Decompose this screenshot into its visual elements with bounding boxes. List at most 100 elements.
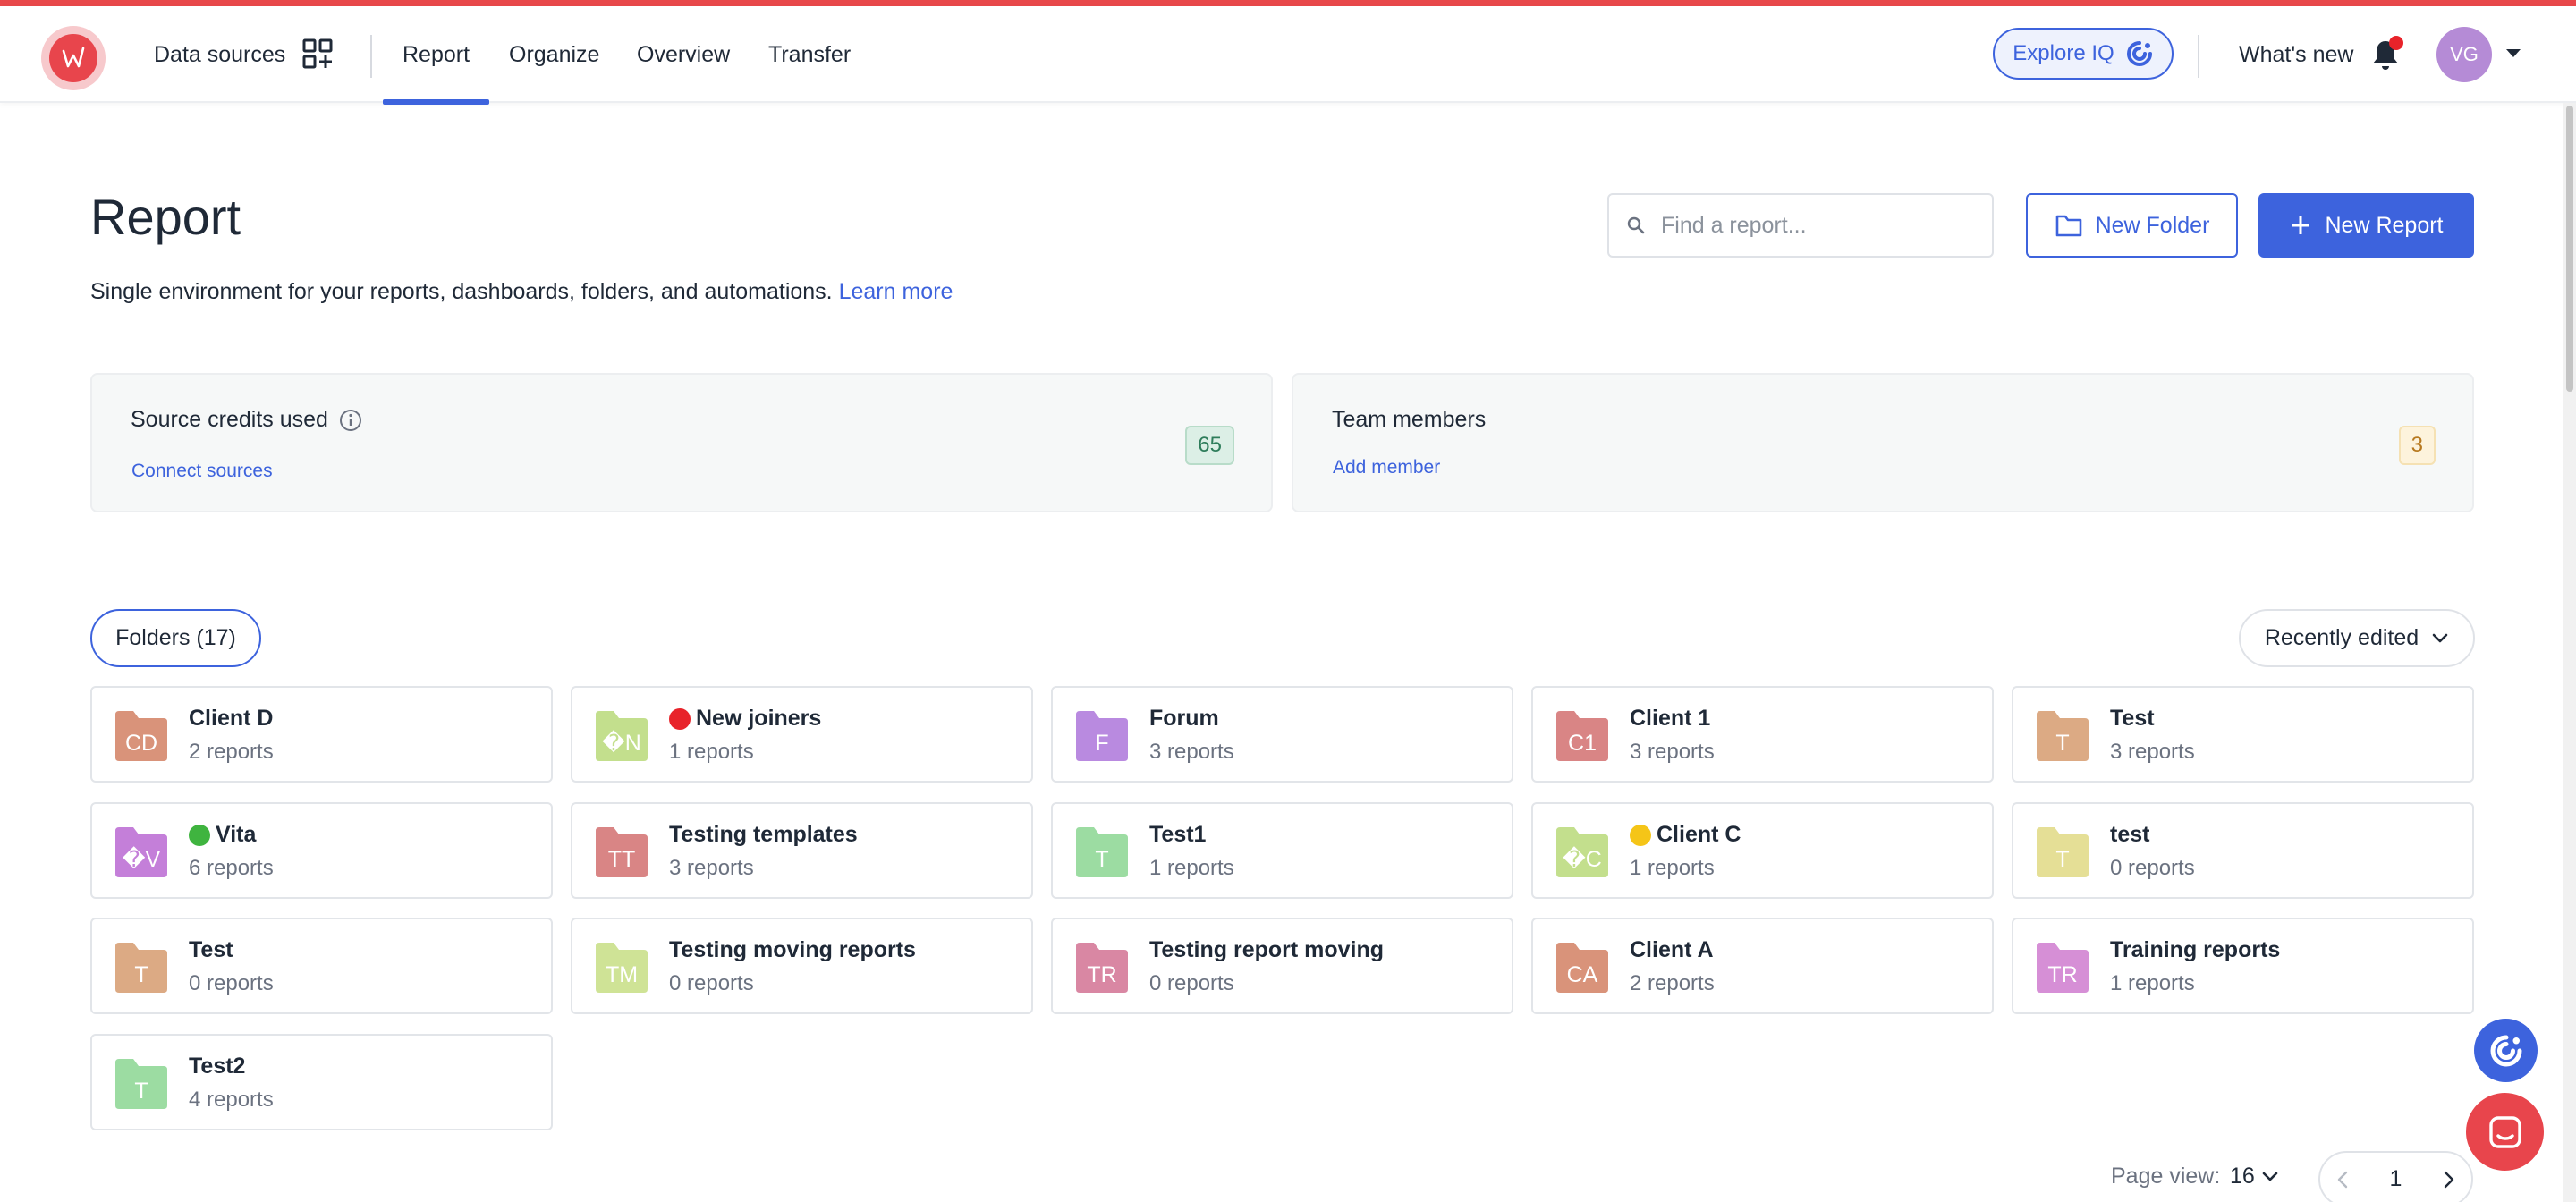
folder-icon: CA <box>1553 941 1612 995</box>
search-icon <box>1627 216 1645 234</box>
folder-initials: T <box>134 961 148 987</box>
folder-name-text: Vita <box>216 822 257 847</box>
folders-filter-pill[interactable]: Folders (17) <box>90 609 261 667</box>
folder-name: test <box>2110 822 2149 848</box>
tab-transfer-label: Transfer <box>768 41 852 67</box>
folder-card[interactable]: �V Vita 6 reports <box>90 802 553 899</box>
nav-data-sources[interactable]: Data sources <box>154 6 335 103</box>
sort-label: Recently edited <box>2264 625 2419 650</box>
pagination: 1 <box>2318 1151 2473 1202</box>
folder-icon: �C <box>1553 825 1612 879</box>
page-subtitle: Single environment for your reports, das… <box>90 279 953 305</box>
folder-card[interactable]: T Test1 1 reports <box>1051 802 1513 899</box>
folder-card[interactable]: TR Training reports 1 reports <box>2012 918 2474 1014</box>
folder-report-count: 3 reports <box>1149 740 1234 764</box>
status-dot-icon <box>669 707 691 730</box>
folder-card[interactable]: F Forum 3 reports <box>1051 686 1513 783</box>
source-credits-title: Source credits used <box>131 407 362 433</box>
folder-name-text: Client D <box>189 706 274 731</box>
team-members-title: Team members <box>1332 407 1486 433</box>
folder-card[interactable]: �N New joiners 1 reports <box>571 686 1033 783</box>
avatar-initials: VG <box>2450 43 2479 65</box>
folder-name-text: Test2 <box>189 1054 246 1079</box>
app-logo[interactable] <box>41 26 106 90</box>
folder-name: Vita <box>189 822 256 848</box>
folder-icon: TM <box>592 941 651 995</box>
folder-report-count: 2 reports <box>189 740 274 764</box>
folder-report-count: 3 reports <box>2110 740 2195 764</box>
folder-icon <box>2055 213 2083 238</box>
bell-icon <box>2369 36 2404 72</box>
folder-card[interactable]: �C Client C 1 reports <box>1531 802 1994 899</box>
add-member-link[interactable]: Add member <box>1333 457 1440 478</box>
folder-initials: CD <box>124 730 158 756</box>
page-size-select[interactable]: 16 <box>2230 1164 2278 1189</box>
folder-card[interactable]: T Test 0 reports <box>90 918 553 1014</box>
chevron-left-icon[interactable] <box>2336 1171 2349 1189</box>
learn-more-link[interactable]: Learn more <box>839 279 953 304</box>
folder-card[interactable]: TR Testing report moving 0 reports <box>1051 918 1513 1014</box>
folder-icon: TT <box>592 825 651 879</box>
search-box[interactable] <box>1607 193 1994 258</box>
folder-icon: TR <box>2033 941 2092 995</box>
folder-report-count: 3 reports <box>1630 740 1715 764</box>
tab-overview[interactable]: Overview <box>637 6 730 103</box>
folder-name: New joiners <box>669 706 821 732</box>
team-members-title-text: Team members <box>1332 407 1487 432</box>
folder-card[interactable]: T Test 3 reports <box>2012 686 2474 783</box>
tab-report[interactable]: Report <box>382 6 490 105</box>
explore-iq-button[interactable]: Explore IQ <box>1993 28 2174 80</box>
folder-name-text: Testing moving reports <box>669 937 916 962</box>
folder-name-text: test <box>2110 822 2150 847</box>
folder-name: Client A <box>1630 937 1714 963</box>
folder-report-count: 0 reports <box>2110 856 2195 880</box>
folder-name: Test1 <box>1149 822 1206 848</box>
plus-icon <box>2290 215 2311 236</box>
folder-initials: T <box>1095 846 1109 872</box>
iq-assistant-button[interactable] <box>2474 1019 2538 1082</box>
folder-report-count: 0 reports <box>1149 971 1234 995</box>
whats-new-button[interactable]: What's new <box>2239 6 2404 103</box>
source-credits-title-text: Source credits used <box>131 407 328 432</box>
folder-card[interactable]: TM Testing moving reports 0 reports <box>571 918 1033 1014</box>
folder-card[interactable]: TT Testing templates 3 reports <box>571 802 1033 899</box>
nav-divider <box>370 35 372 78</box>
folder-name: Forum <box>1149 706 1219 732</box>
info-icon[interactable] <box>339 409 362 432</box>
whats-new-label: What's new <box>2239 41 2354 67</box>
scrollbar-thumb[interactable] <box>2566 106 2573 392</box>
folder-report-count: 4 reports <box>189 1088 274 1112</box>
connect-sources-link[interactable]: Connect sources <box>131 461 273 482</box>
tab-organize[interactable]: Organize <box>509 6 599 103</box>
folder-card[interactable]: C1 Client 1 3 reports <box>1531 686 1994 783</box>
folder-initials: T <box>134 1078 148 1104</box>
new-folder-button[interactable]: New Folder <box>2026 193 2238 258</box>
new-report-button[interactable]: New Report <box>2258 193 2474 258</box>
folder-name-text: Test <box>2110 706 2155 731</box>
tab-report-label: Report <box>402 41 470 67</box>
team-badge: 3 <box>2398 426 2436 465</box>
search-input[interactable] <box>1661 212 1983 239</box>
folder-initials: CA <box>1566 961 1598 987</box>
folder-card[interactable]: T Test2 4 reports <box>90 1034 553 1130</box>
chat-support-button[interactable] <box>2466 1093 2544 1171</box>
avatar[interactable]: VG <box>2436 27 2492 82</box>
tab-overview-label: Overview <box>637 41 731 67</box>
chevron-right-icon[interactable] <box>2443 1171 2455 1189</box>
explore-iq-label: Explore IQ <box>2012 41 2114 65</box>
folder-card[interactable]: CA Client A 2 reports <box>1531 918 1994 1014</box>
sort-dropdown[interactable]: Recently edited <box>2239 609 2475 667</box>
folder-name-text: Testing report moving <box>1149 937 1385 962</box>
folder-name-text: Testing templates <box>669 822 858 847</box>
chevron-down-icon[interactable] <box>2504 47 2522 64</box>
tab-transfer[interactable]: Transfer <box>768 6 851 103</box>
folder-card[interactable]: T test 0 reports <box>2012 802 2474 899</box>
subtitle-text: Single environment for your reports, das… <box>90 279 833 304</box>
folder-icon: �V <box>112 825 171 879</box>
folder-initials: T <box>2055 730 2070 756</box>
folder-icon: F <box>1072 709 1131 763</box>
current-page[interactable]: 1 <box>2390 1166 2402 1192</box>
folder-icon: C1 <box>1553 709 1612 763</box>
folder-card[interactable]: CD Client D 2 reports <box>90 686 553 783</box>
page-view-label: Page view: <box>2111 1164 2221 1189</box>
